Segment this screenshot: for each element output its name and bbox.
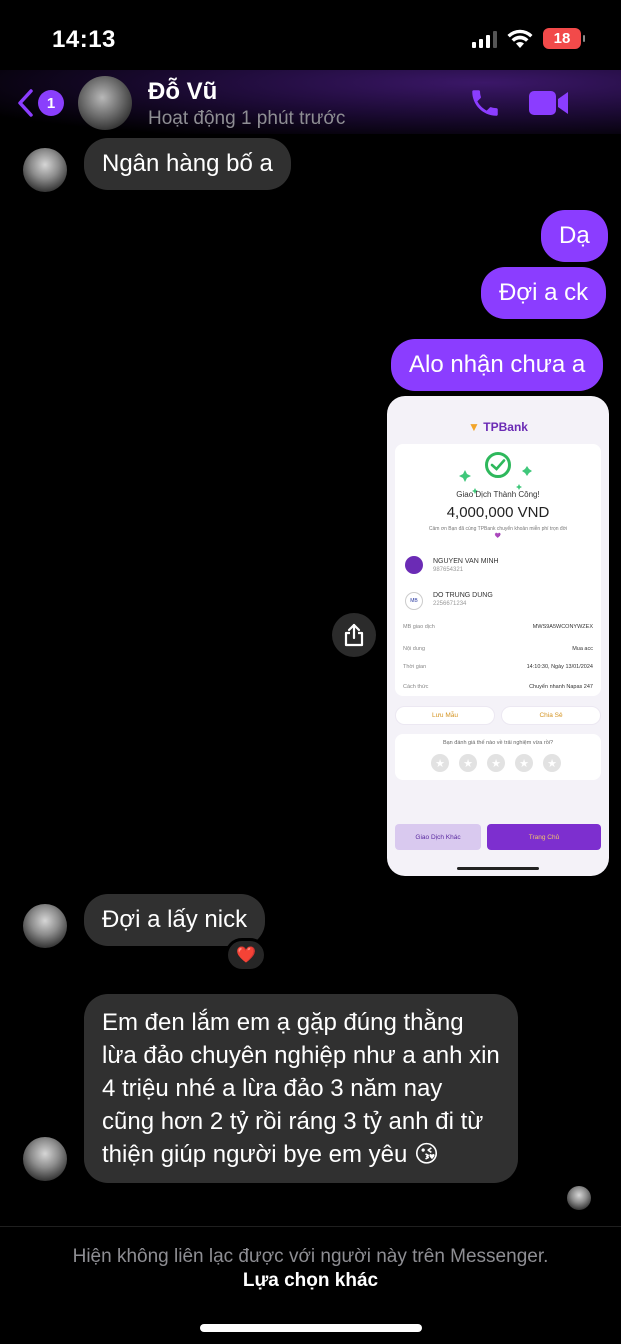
status-bar: 14:13 18 <box>0 0 621 72</box>
contact-avatar-small[interactable] <box>23 148 67 192</box>
contact-avatar-small[interactable] <box>23 904 67 948</box>
rating-box: Bạn đánh giá thế nào về trải nghiệm vừa … <box>395 734 601 780</box>
wifi-icon <box>507 29 533 48</box>
message-bubble-outgoing[interactable]: Dạ <box>541 210 608 262</box>
transfer-receipt-image[interactable]: ▼ TPBank Giao Dịch Thành Công! 4,000,000… <box>387 396 609 876</box>
receiver-bank-logo: MB <box>405 592 423 610</box>
tpbank-logo: ▼ TPBank <box>468 420 528 434</box>
receipt-home-indicator <box>457 867 539 870</box>
contact-avatar-small[interactable] <box>23 1137 67 1181</box>
battery-icon: 18 <box>543 28 585 49</box>
status-time: 14:13 <box>52 26 116 53</box>
share-receipt-button: Chia Sẻ <box>501 706 601 725</box>
unread-badge: 1 <box>38 90 64 116</box>
back-button[interactable]: 1 <box>16 88 64 118</box>
star-icon: ★ <box>515 754 533 772</box>
save-template-button: Lưu Mẫu <box>395 706 495 725</box>
share-button[interactable] <box>332 613 376 657</box>
sender-bank-logo <box>405 556 423 574</box>
contact-avatar[interactable] <box>78 76 132 130</box>
message-bubble-outgoing[interactable]: Alo nhận chưa a <box>391 339 604 391</box>
thanks-note: Cảm ơn Bạn đã cùng TPBank chuyển khoản m… <box>428 526 568 539</box>
seen-receipt-avatar <box>567 1186 591 1210</box>
detail-label: Cách thức <box>403 684 429 690</box>
home-indicator[interactable] <box>200 1324 422 1332</box>
detail-label: Nội dung <box>403 646 426 652</box>
success-check-icon <box>485 452 511 478</box>
footer-divider <box>0 1226 621 1227</box>
message-bubble-incoming[interactable]: Em đen lắm em ạ gặp đúng thằng lừa đảo c… <box>84 994 518 1183</box>
sender-account: 987654321 <box>433 567 464 573</box>
status-icons: 18 <box>472 28 585 49</box>
star-icon: ★ <box>431 754 449 772</box>
sender-name: NGUYEN VAN MINH <box>433 558 499 565</box>
contact-name[interactable]: Đỗ Vũ <box>148 78 217 106</box>
video-camera-icon[interactable] <box>528 88 570 118</box>
detail-value: 14:10:30, Ngày 13/01/2024 <box>526 664 593 670</box>
other-transaction-button: Giao Dịch Khác <box>395 824 481 850</box>
detail-value: Mua acc <box>572 646 593 652</box>
other-options-link[interactable]: Lựa chọn khác <box>0 1270 621 1292</box>
message-bubble-incoming[interactable]: Ngân hàng bố a <box>84 138 291 190</box>
detail-label: MB giao dịch <box>403 624 435 630</box>
chat-header: 1 Đỗ Vũ Hoạt động 1 phút trước <box>0 70 621 134</box>
receipt-card <box>395 444 601 696</box>
phone-icon[interactable] <box>468 86 502 120</box>
home-button: Trang Chủ <box>487 824 601 850</box>
transfer-amount: 4,000,000 VND <box>446 504 550 521</box>
receiver-name: DO TRUNG DUNG <box>433 592 493 599</box>
cellular-signal-icon <box>472 30 497 48</box>
star-icon: ★ <box>487 754 505 772</box>
receiver-account: 2256671234 <box>433 601 467 607</box>
star-icon: ★ <box>459 754 477 772</box>
unavailable-notice: Hiện không liên lạc được với người này t… <box>72 1246 549 1267</box>
share-icon <box>344 623 364 647</box>
detail-value: MWS9A5WCONYWZEX <box>532 624 593 630</box>
heart-reaction-badge[interactable]: ❤️ <box>225 938 267 972</box>
contact-status: Hoạt động 1 phút trước <box>148 108 346 129</box>
message-bubble-outgoing[interactable]: Đợi a ck <box>481 267 607 319</box>
star-icon: ★ <box>543 754 561 772</box>
detail-label: Thời gian <box>403 664 427 670</box>
success-title: Giao Dịch Thành Công! <box>456 490 540 499</box>
chevron-left-icon <box>18 89 33 117</box>
rating-question: Bạn đánh giá thế nào về trải nghiệm vừa … <box>442 740 554 746</box>
detail-value: Chuyển nhanh Napas 247 <box>529 684 593 690</box>
